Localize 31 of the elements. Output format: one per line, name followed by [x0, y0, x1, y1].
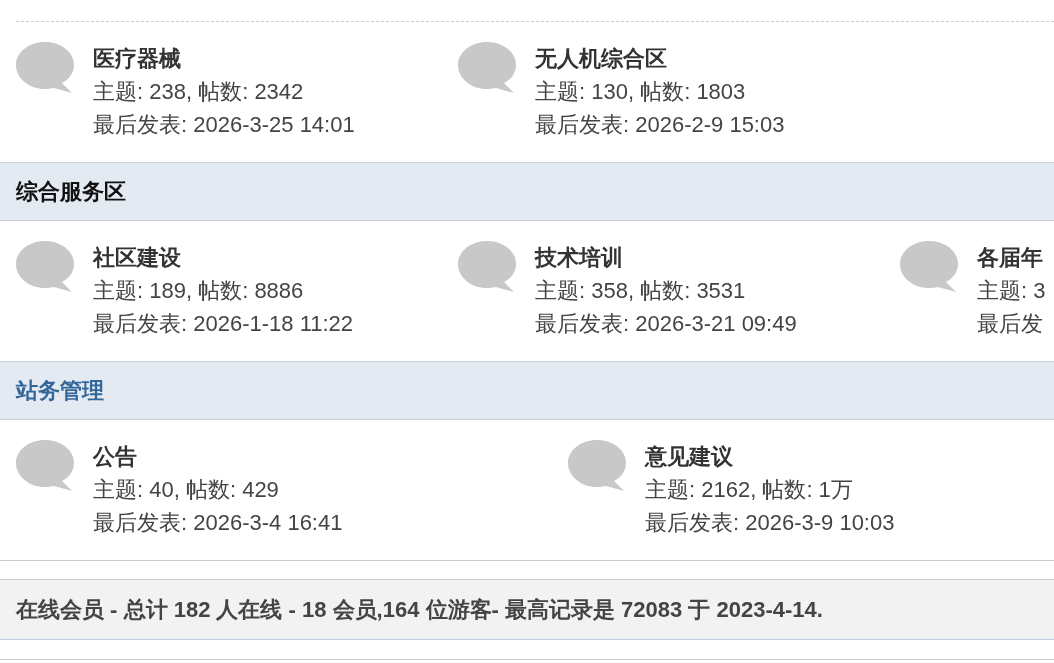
speech-bubble-icon	[16, 42, 74, 93]
forum-stats: 主题: 130, 帖数: 1803	[535, 78, 746, 106]
last-post-time: 最后发表: 2026-1-18 11:22	[93, 310, 354, 338]
online-members-summary: 在线会员 - 总计 182 人在线 - 18 会员,164 位游客- 最高记录是 72083 于 2023-4-14.	[16, 596, 823, 624]
last-post-time: 最后发表: 2026-3-21 09:49	[535, 310, 797, 338]
forum-stats: 主题: 358, 帖数: 3531	[535, 277, 746, 305]
forum-title[interactable]: 意见建议	[645, 440, 733, 473]
forum-stats: 主题: 3	[977, 277, 1046, 305]
last-post-time: 最后发表: 2026-3-4 16:41	[93, 509, 343, 537]
last-post-time: 最后发表: 2026-3-9 10:03	[645, 509, 895, 537]
forum-stats: 主题: 2162, 帖数: 1万	[645, 476, 853, 504]
forum-title[interactable]: 技术培训	[535, 241, 623, 274]
speech-bubble-icon	[568, 440, 626, 491]
forum-title[interactable]: 社区建设	[93, 241, 181, 274]
forum-stats: 主题: 238, 帖数: 2342	[93, 78, 304, 106]
forum-title[interactable]: 公告	[93, 440, 137, 473]
speech-bubble-icon	[16, 440, 74, 491]
forum-stats: 主题: 189, 帖数: 8886	[93, 277, 304, 305]
speech-bubble-icon	[900, 241, 958, 292]
category-title[interactable]: 综合服务区	[16, 176, 126, 207]
forum-title[interactable]: 各届年	[977, 241, 1043, 274]
last-post-time: 最后发表: 2026-3-25 14:01	[93, 111, 355, 139]
category-title[interactable]: 站务管理	[16, 375, 104, 406]
forum-title[interactable]: 无人机综合区	[535, 42, 667, 75]
last-post-time: 最后发	[977, 310, 1043, 338]
forum-title[interactable]: 医疗器械	[93, 42, 181, 75]
speech-bubble-icon	[16, 241, 74, 292]
speech-bubble-icon	[458, 42, 516, 93]
speech-bubble-icon	[458, 241, 516, 292]
forum-stats: 主题: 40, 帖数: 429	[93, 476, 279, 504]
last-post-time: 最后发表: 2026-2-9 15:03	[535, 111, 785, 139]
